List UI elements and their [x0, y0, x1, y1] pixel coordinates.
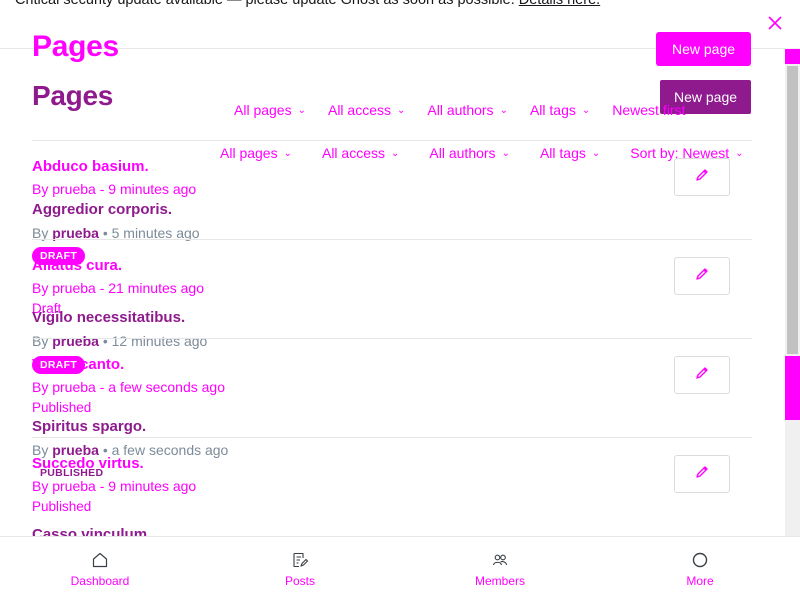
edit-button[interactable]	[674, 455, 730, 493]
banner-text: Critical security update available — ple…	[15, 0, 515, 8]
list-item-meta: By prueba • 12 minutes ago	[32, 333, 207, 349]
pencil-icon	[694, 464, 710, 485]
meta-time: • a few seconds ago	[102, 442, 229, 458]
divider	[32, 239, 752, 240]
nav-members[interactable]: Members	[400, 537, 600, 601]
edit-button[interactable]	[674, 356, 730, 394]
banner-message: Critical security update available — ple…	[15, 0, 600, 24]
filter-tags-secondary[interactable]: All tags ⌄	[540, 145, 600, 161]
meta-by: By	[32, 442, 49, 458]
nav-more[interactable]: More	[600, 537, 800, 601]
filter-type-label: All pages	[234, 102, 292, 118]
page-title-secondary: Pages	[32, 80, 113, 111]
nav-members-label: Members	[474, 574, 525, 588]
filter-authors-secondary[interactable]: All authors ⌄	[429, 145, 510, 161]
edit-button[interactable]	[674, 158, 730, 196]
scrollbar-thumb-secondary[interactable]	[785, 356, 800, 420]
posts-icon	[291, 551, 309, 569]
page-title: Pages	[32, 30, 119, 63]
meta-author: prueba	[52, 442, 99, 458]
chevron-down-icon: ⌄	[735, 147, 744, 159]
nav-posts-label: Posts	[284, 574, 315, 588]
list-item-status: Published	[32, 499, 92, 514]
list-item-meta: By prueba - 9 minutes ago	[32, 181, 197, 197]
chevron-down-icon: ⌄	[581, 104, 591, 116]
scrollbar-thumb[interactable]	[787, 66, 798, 354]
list-item-title[interactable]: Aggredior corporis.	[32, 201, 172, 218]
close-icon[interactable]	[766, 14, 784, 32]
banner-details-link[interactable]: Details here.	[519, 0, 600, 8]
list-item-title[interactable]: Abduco basium.	[32, 158, 149, 175]
filter-type-label: All pages	[220, 145, 278, 161]
home-icon	[91, 551, 109, 569]
chevron-down-icon: ⌄	[499, 104, 508, 116]
meta-by: By	[32, 333, 49, 349]
nav-more-label: More	[686, 574, 714, 588]
scroll-up-button[interactable]	[785, 49, 800, 64]
chevron-down-icon: ⌄	[283, 147, 292, 159]
bottom-nav: Dashboard Posts Members More	[0, 536, 800, 601]
filter-access-secondary[interactable]: All access ⌄	[322, 145, 399, 161]
new-page-button[interactable]: New page	[656, 32, 751, 66]
filter-authors-label: All authors	[427, 102, 494, 118]
filter-sort-label: Newest first	[612, 102, 686, 118]
status-badge: DRAFT	[32, 356, 86, 374]
chevron-down-icon: ⌄	[591, 147, 601, 159]
meta-time: • 12 minutes ago	[102, 333, 208, 349]
nav-posts[interactable]: Posts	[200, 537, 400, 601]
list-item-meta: By prueba - a few seconds ago	[32, 379, 226, 395]
filter-sort[interactable]: Newest first	[612, 102, 685, 118]
list-item-meta: By prueba • a few seconds ago	[32, 442, 228, 458]
filter-access-label: All access	[327, 102, 392, 118]
filter-tags[interactable]: All tags ⌄	[530, 102, 590, 118]
members-icon	[491, 551, 509, 569]
filter-type-secondary[interactable]: All pages ⌄	[220, 145, 292, 161]
status-badge: DRAFT	[32, 247, 86, 265]
chevron-down-icon: ⌄	[397, 104, 406, 116]
chevron-down-icon: ⌄	[501, 147, 510, 159]
filter-tags-label: All tags	[539, 145, 586, 161]
filter-authors[interactable]: All authors ⌄	[427, 102, 508, 118]
pencil-icon	[694, 266, 710, 287]
list-item-status: Published	[32, 400, 92, 415]
filter-type[interactable]: All pages ⌄	[234, 102, 306, 118]
divider	[32, 437, 752, 438]
list-item-title[interactable]: Vigilo necessitatibus.	[32, 309, 185, 326]
divider	[32, 338, 752, 339]
pencil-icon	[694, 167, 710, 188]
filter-access-label: All access	[321, 145, 386, 161]
filter-access[interactable]: All access ⌄	[328, 102, 405, 118]
meta-author: prueba	[52, 333, 99, 349]
pencil-icon	[694, 365, 710, 386]
filter-bar: All pages ⌄ All access ⌄ All authors ⌄ All …	[234, 102, 707, 118]
nav-dashboard[interactable]: Dashboard	[0, 537, 200, 601]
list-item-title[interactable]: Spiritus spargo.	[32, 418, 146, 435]
more-icon	[691, 551, 709, 569]
status-badge: PUBLISHED	[40, 467, 104, 479]
edit-button[interactable]	[674, 257, 730, 295]
divider	[32, 140, 752, 141]
filter-tags-label: All tags	[529, 102, 576, 118]
chevron-down-icon: ⌄	[297, 104, 306, 116]
nav-dashboard-label: Dashboard	[70, 574, 130, 588]
chevron-down-icon: ⌄	[391, 147, 400, 159]
filter-authors-label: All authors	[429, 145, 496, 161]
list-item-meta: By prueba - 21 minutes ago	[32, 280, 204, 296]
